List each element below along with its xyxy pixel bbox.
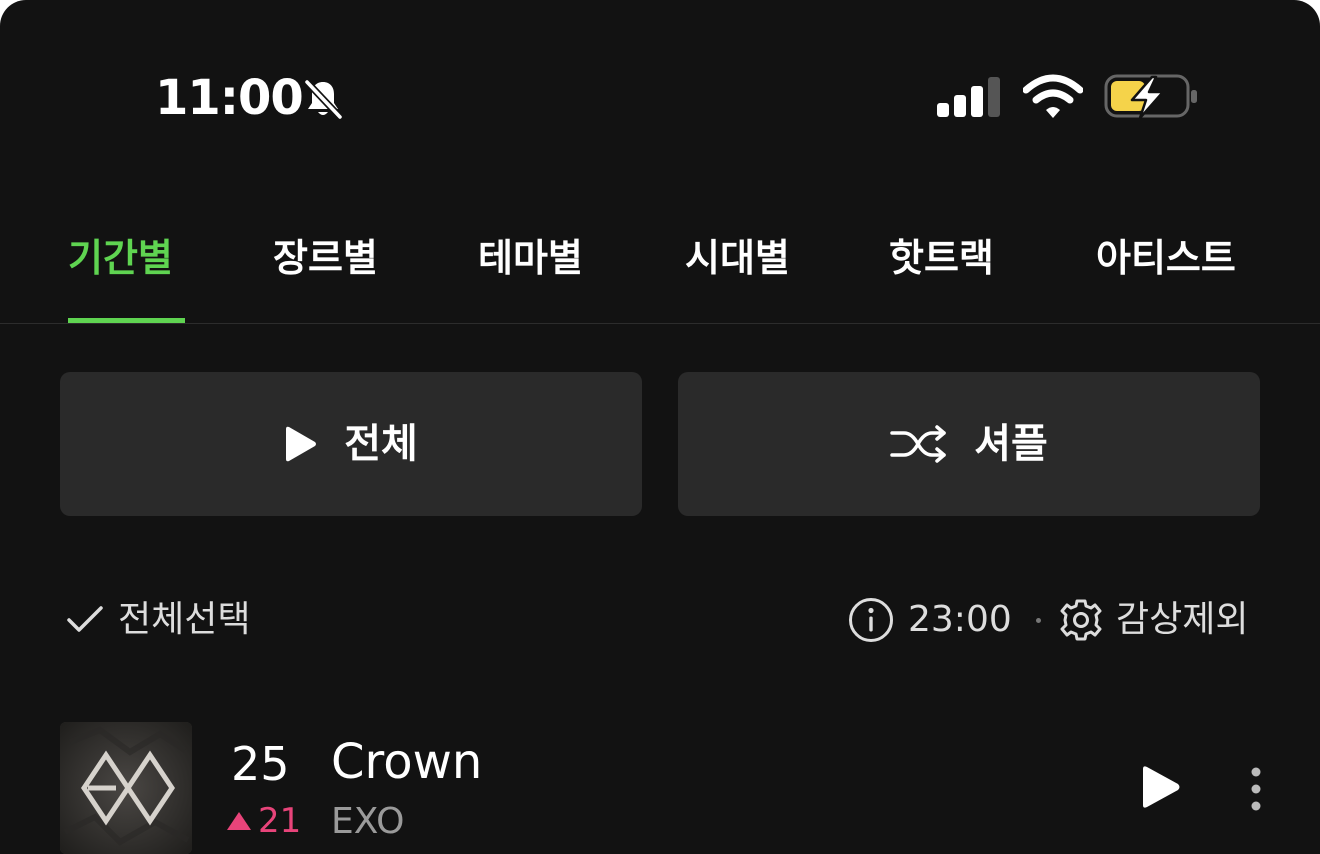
exclude-label: 감상제외 [1116, 599, 1249, 640]
shuffle-icon [890, 424, 948, 464]
shuffle-button[interactable]: 셔플 [678, 372, 1260, 516]
phone-screen: 11:00 기간별 장르별 테마별 시대별 핫트랙 아티스트 전체 셔플 전체선… [0, 0, 1320, 854]
check-icon [66, 605, 104, 635]
tab-hot-track[interactable]: 핫트랙 [889, 230, 994, 286]
tab-by-period[interactable]: 기간별 [68, 230, 173, 286]
active-tab-indicator [68, 318, 185, 323]
tab-by-era[interactable]: 시대별 [685, 230, 790, 286]
tab-by-theme[interactable]: 테마별 [478, 230, 583, 286]
album-cover [60, 722, 192, 854]
shuffle-label: 셔플 [974, 421, 1048, 467]
play-song-button[interactable] [1140, 764, 1182, 814]
song-title[interactable]: Crown [331, 734, 482, 790]
wifi-icon [1022, 74, 1084, 124]
rank-up-icon [226, 811, 252, 831]
song-artist[interactable]: EXO [331, 800, 404, 844]
info-icon [848, 597, 894, 643]
update-time-label: 23:00 [908, 599, 1012, 640]
chart-rank: 25 [231, 737, 290, 791]
bell-slash-icon [301, 77, 345, 125]
status-time: 11:00 [155, 70, 304, 126]
tab-artist[interactable]: 아티스트 [1096, 230, 1236, 286]
play-icon [284, 424, 318, 464]
rank-change: 21 [226, 800, 301, 842]
more-vertical-icon[interactable] [1246, 766, 1266, 818]
rank-change-value: 21 [258, 801, 302, 841]
chart-update-info[interactable]: 23:00 [848, 596, 1012, 644]
battery-charging-icon [1104, 74, 1200, 124]
select-all-label: 전체선택 [118, 599, 251, 640]
gear-icon [1058, 597, 1104, 643]
play-all-label: 전체 [344, 421, 418, 467]
separator-dot [1036, 618, 1041, 623]
tab-by-genre[interactable]: 장르별 [273, 230, 378, 286]
cellular-signal-icon [937, 76, 1003, 122]
play-all-button[interactable]: 전체 [60, 372, 642, 516]
select-all-toggle[interactable]: 전체선택 [66, 596, 250, 644]
exclude-from-listening-button[interactable]: 감상제외 [1058, 596, 1248, 644]
category-tab-bar: 기간별 장르별 테마별 시대별 핫트랙 아티스트 [0, 220, 1320, 324]
